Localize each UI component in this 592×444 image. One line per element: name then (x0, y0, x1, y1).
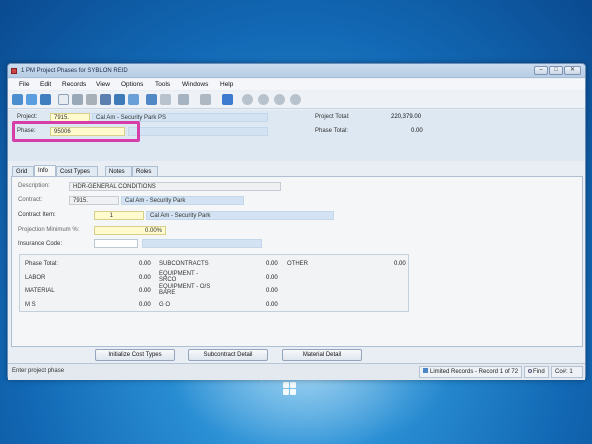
cost-summary-box: Phase Total: 0.00 LABOR 0.00 MATERIAL 0.… (19, 254, 409, 312)
toolbar (8, 91, 585, 109)
records-icon (423, 368, 428, 373)
spellcheck-icon[interactable] (222, 94, 233, 105)
go-label: G O (159, 302, 171, 308)
equipment-os-bare-label: EQUIPMENT - O/S BARE (159, 284, 211, 296)
ms-label: M S (25, 302, 36, 308)
subcontract-detail-button[interactable]: Subcontract Detail (188, 349, 268, 361)
menu-tools[interactable]: Tools (155, 81, 170, 88)
form-icon[interactable] (146, 94, 157, 105)
phase-highlight-annotation (12, 121, 140, 142)
info-panel: Description: HDR-GENERAL CONDITIONS Cont… (11, 176, 583, 347)
contract-field[interactable]: 7915. (69, 196, 119, 205)
close-button[interactable]: ✕ (564, 66, 581, 75)
menu-edit[interactable]: Edit (40, 81, 51, 88)
attach-icon[interactable] (160, 94, 171, 105)
subcontracts-label: SUBCONTRACTS (159, 261, 209, 267)
menu-records[interactable]: Records (62, 81, 86, 88)
search-icon[interactable] (128, 94, 139, 105)
project-total-label: Project Total: (315, 114, 350, 120)
new-record-icon[interactable] (12, 94, 23, 105)
find-icon (528, 369, 532, 373)
save-icon[interactable] (72, 94, 83, 105)
undo-icon[interactable] (100, 94, 111, 105)
phase-total-value: 0.00 (411, 128, 423, 134)
project-total-value: 220,379.00 (391, 114, 422, 120)
tools-icon[interactable] (200, 94, 211, 105)
contract-label: Contract: (18, 197, 43, 203)
contract-item-description-field: Cal Am - Security Park (146, 211, 334, 220)
contract-item-field[interactable]: 1 (94, 211, 144, 220)
material-detail-button[interactable]: Material Detail (282, 349, 362, 361)
menu-bar: File Edit Records View Options Tools Win… (8, 79, 585, 90)
material-value: 0.00 (139, 288, 151, 294)
company-status: Co#: 1 (551, 366, 583, 378)
project-label: Project: (17, 114, 38, 120)
maximize-button[interactable]: □ (549, 66, 563, 75)
menu-windows[interactable]: Windows (182, 81, 208, 88)
subcontracts-value: 0.00 (266, 261, 278, 267)
insurance-description-field (142, 239, 262, 248)
status-message: Enter project phase (12, 368, 65, 374)
menu-file[interactable]: File (19, 81, 29, 88)
summary-phase-total-label: Phase Total: (25, 261, 58, 267)
summary-phase-total-value: 0.00 (139, 261, 151, 267)
labor-label: LABOR (25, 275, 46, 281)
projection-minimum-label: Projection Minimum %: (18, 227, 80, 233)
material-label: MATERIAL (25, 288, 55, 294)
paperclip-icon[interactable] (178, 94, 189, 105)
contract-item-label: Contract Item: (18, 212, 56, 218)
description-label: Description: (18, 183, 50, 189)
records-status: Limited Records - Record 1 of 72 (419, 366, 522, 378)
equipment-srco-value: 0.00 (266, 275, 278, 281)
last-record-icon[interactable] (290, 94, 301, 105)
contract-description-field: Cal Am - Security Park (121, 196, 244, 205)
phase-total-label: Phase Total: (315, 128, 348, 134)
refresh-icon[interactable] (114, 94, 125, 105)
projection-minimum-field[interactable]: 0.00% (94, 226, 166, 235)
database-icon[interactable] (40, 94, 51, 105)
delete-icon[interactable] (86, 94, 97, 105)
app-window: 1 PM Project Phases for SYBLON REID – □ … (7, 63, 586, 380)
phase-description-field (128, 127, 268, 136)
menu-options[interactable]: Options (121, 81, 143, 88)
equipment-os-bare-value: 0.00 (266, 288, 278, 294)
go-value: 0.00 (266, 302, 278, 308)
app-icon (11, 68, 17, 74)
equipment-srco-label: EQUIPMENT - SRCO (159, 271, 199, 283)
title-bar[interactable]: 1 PM Project Phases for SYBLON REID – □ … (8, 64, 585, 78)
insurance-code-field[interactable] (94, 239, 138, 248)
menu-help[interactable]: Help (220, 81, 233, 88)
find-status[interactable]: Find (524, 366, 549, 378)
windows-logo-icon (283, 382, 297, 396)
ms-value: 0.00 (139, 302, 151, 308)
description-field[interactable]: HDR-GENERAL CONDITIONS (69, 182, 281, 191)
page-icon[interactable] (58, 94, 69, 105)
minimize-button[interactable]: – (534, 66, 548, 75)
previous-record-icon[interactable] (258, 94, 269, 105)
next-record-icon[interactable] (274, 94, 285, 105)
insurance-code-label: Insurance Code: (18, 241, 63, 247)
lookup-icon[interactable] (26, 94, 37, 105)
first-record-icon[interactable] (242, 94, 253, 105)
other-value: 0.00 (394, 261, 406, 267)
window-title: 1 PM Project Phases for SYBLON REID (21, 68, 128, 74)
status-bar: Enter project phase Limited Records - Re… (8, 363, 585, 380)
other-label: OTHER (287, 261, 308, 267)
labor-value: 0.00 (139, 275, 151, 281)
menu-view[interactable]: View (96, 81, 110, 88)
initialize-cost-types-button[interactable]: Initialize Cost Types (95, 349, 175, 361)
